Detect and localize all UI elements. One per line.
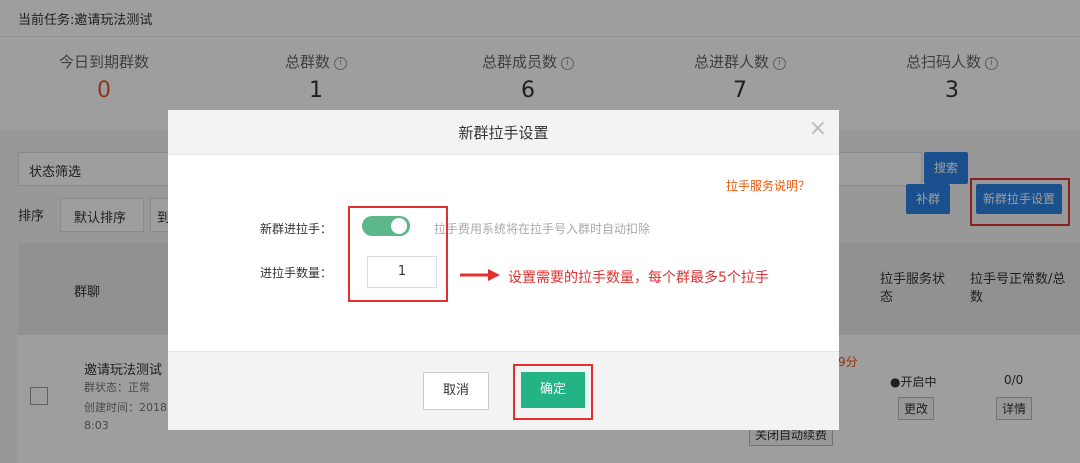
highlight-box	[513, 364, 593, 420]
cancel-button[interactable]: 取消	[423, 372, 489, 410]
toggle-label: 新群进拉手：	[260, 222, 333, 236]
fee-hint: 拉手费用系统将在拉手号入群时自动扣除	[434, 222, 651, 236]
service-help-link[interactable]: 拉手服务说明？	[726, 177, 810, 194]
quantity-annotation: 设置需要的拉手数量，每个群最多5个拉手	[508, 270, 769, 286]
new-group-settings-dialog: 新群拉手设置 × 拉手服务说明？ 新群进拉手： 拉手费用系统将在拉手号入群时自动…	[168, 110, 839, 430]
highlight-box	[348, 206, 448, 302]
quantity-label: 进拉手数量：	[260, 266, 333, 280]
dialog-header: 新群拉手设置 ×	[168, 110, 839, 155]
arrow-right-icon	[460, 269, 500, 281]
dialog-footer	[168, 351, 839, 430]
dialog-title: 新群拉手设置	[458, 124, 549, 142]
close-icon[interactable]: ×	[809, 118, 827, 140]
